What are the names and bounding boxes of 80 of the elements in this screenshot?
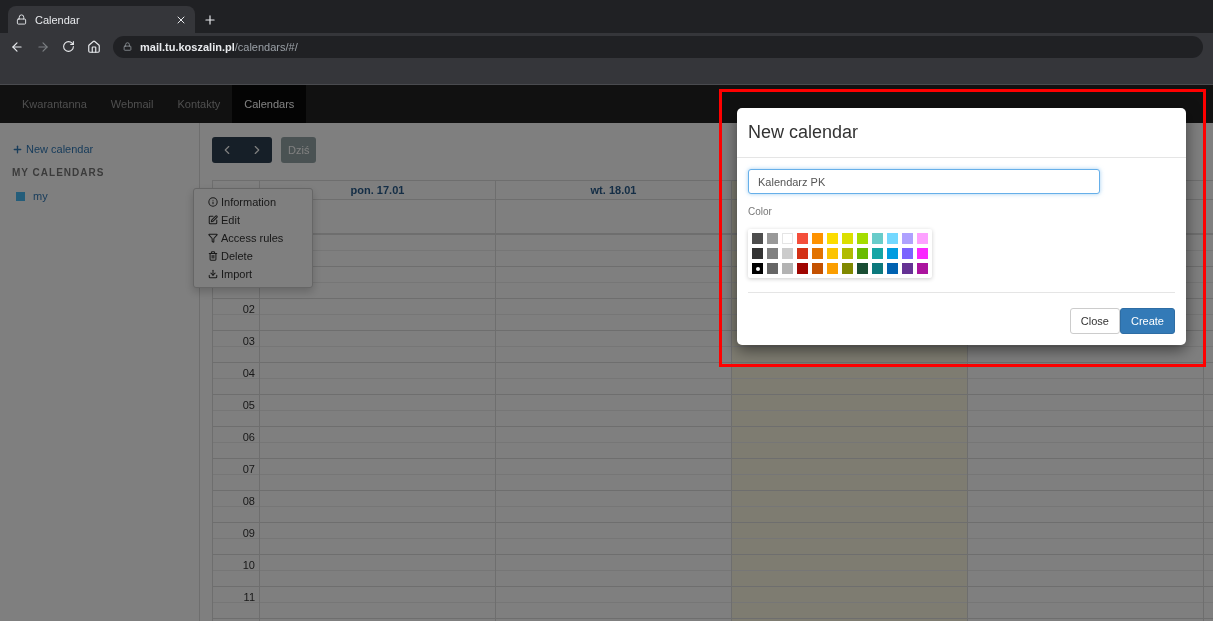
hour-label: 06: [242, 431, 255, 443]
filter-icon: [208, 233, 218, 243]
section-heading: MY CALENDARS: [12, 167, 106, 178]
new-tab-icon[interactable]: [203, 13, 217, 27]
color-swatch[interactable]: [902, 263, 913, 274]
color-swatch[interactable]: [827, 248, 838, 259]
color-swatch[interactable]: [827, 263, 838, 274]
color-swatch[interactable]: [797, 248, 808, 259]
color-swatch[interactable]: [857, 233, 868, 244]
name-field[interactable]: Kalendarz PK: [748, 169, 1100, 194]
back-icon[interactable]: [10, 39, 24, 54]
color-swatch[interactable]: [812, 263, 823, 274]
color-swatch[interactable]: [767, 248, 778, 259]
color-swatch[interactable]: [917, 248, 928, 259]
home-icon[interactable]: [87, 39, 101, 54]
color-swatch[interactable]: [842, 248, 853, 259]
color-swatch[interactable]: [917, 233, 928, 244]
color-swatch[interactable]: [887, 233, 898, 244]
color-swatch[interactable]: [872, 248, 883, 259]
color-swatch[interactable]: [797, 263, 808, 274]
color-swatch[interactable]: [782, 248, 793, 259]
menu-item[interactable]: Edit: [194, 211, 312, 229]
new-calendar-link[interactable]: New calendar: [12, 143, 199, 155]
lock-icon: [123, 42, 132, 51]
nav-tab[interactable]: Kontakty: [165, 85, 233, 123]
color-swatch[interactable]: [887, 248, 898, 259]
color-swatch[interactable]: [887, 263, 898, 274]
dialog-title: New calendar: [748, 122, 860, 143]
address-bar[interactable]: mail.tu.koszalin.pl/calendars/#/: [113, 35, 1203, 58]
hour-label: 11: [243, 591, 255, 603]
color-swatch[interactable]: [812, 233, 823, 244]
color-swatch[interactable]: [812, 248, 823, 259]
forward-icon[interactable]: [36, 39, 50, 54]
hour-label: 09: [242, 527, 255, 539]
color-swatch[interactable]: [857, 248, 868, 259]
day-header: pon. 17.01: [350, 184, 405, 196]
day-header: wt. 18.01: [590, 184, 637, 196]
close-button[interactable]: Close: [1069, 308, 1120, 334]
menu-item[interactable]: Information: [194, 193, 312, 211]
color-label: Color: [748, 206, 773, 217]
tab-title: Calendar: [35, 13, 81, 26]
color-swatch[interactable]: [857, 263, 868, 274]
color-swatch[interactable]: [767, 263, 778, 274]
color-swatch[interactable]: [752, 248, 763, 259]
create-button[interactable]: Create: [1119, 308, 1175, 334]
hour-label: 04: [242, 367, 255, 379]
color-swatch[interactable]: [872, 233, 883, 244]
color-swatch[interactable]: [782, 263, 793, 274]
color-swatch[interactable]: [827, 233, 838, 244]
hour-label: 05: [242, 399, 255, 411]
color-swatch[interactable]: [782, 233, 793, 244]
color-swatch[interactable]: [767, 233, 778, 244]
color-swatch[interactable]: [842, 263, 853, 274]
menu-item[interactable]: Import: [194, 265, 312, 283]
calendar-name[interactable]: my: [33, 190, 48, 202]
color-swatch[interactable]: [752, 263, 763, 274]
hour-label: 08: [242, 495, 255, 507]
color-swatch[interactable]: [872, 263, 883, 274]
color-swatch[interactable]: [902, 233, 913, 244]
color-swatch[interactable]: [797, 233, 808, 244]
color-swatch[interactable]: [842, 233, 853, 244]
color-swatch[interactable]: [917, 263, 928, 274]
menu-item[interactable]: Access rules: [194, 229, 312, 247]
trash-icon: [208, 251, 218, 261]
reload-icon[interactable]: [62, 40, 75, 53]
plus-icon: [12, 143, 23, 155]
nav-tab[interactable]: Kwarantanna: [10, 85, 99, 123]
nav-tab[interactable]: Calendars: [232, 85, 307, 123]
browser-tab[interactable]: Calendar: [8, 6, 195, 33]
hour-label: 03: [242, 335, 255, 347]
color-swatch[interactable]: [752, 233, 763, 244]
menu-item[interactable]: Delete: [194, 247, 312, 265]
info-icon: [208, 197, 218, 207]
download-icon: [208, 269, 218, 279]
hour-label: 07: [242, 463, 255, 475]
color-swatch[interactable]: [902, 248, 913, 259]
edit-icon: [208, 215, 218, 225]
nav-tab[interactable]: Webmail: [98, 85, 166, 123]
hour-label: 02: [242, 303, 255, 315]
hour-label: 10: [242, 559, 255, 571]
